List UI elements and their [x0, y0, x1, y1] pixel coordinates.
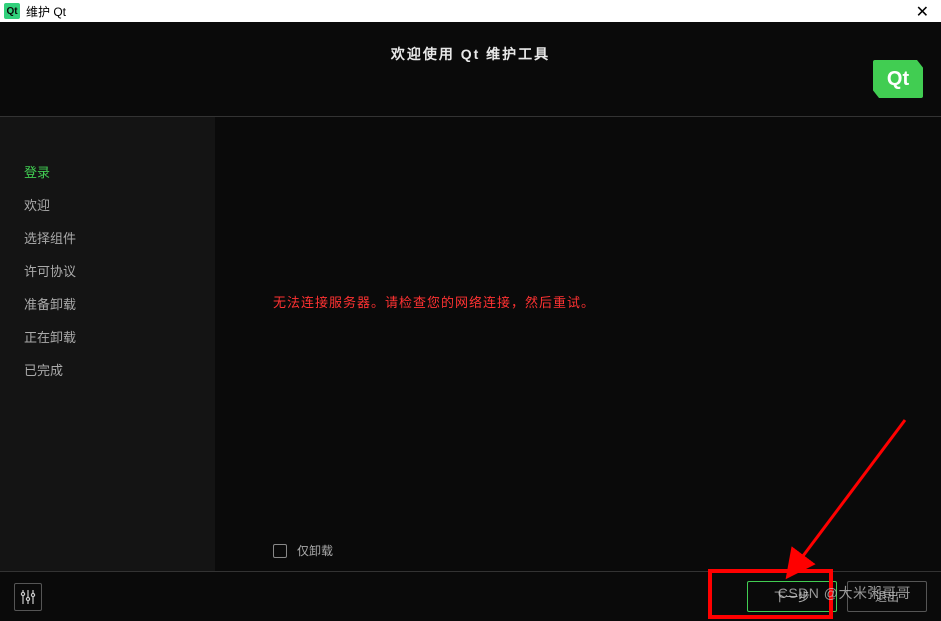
app-body: 欢迎使用 Qt 维护工具 Qt 登录 欢迎 选择组件 许可协议 准备卸载 正在卸…	[0, 22, 941, 621]
sidebar-item-uninstalling[interactable]: 正在卸载	[0, 320, 215, 353]
sidebar-item-prepare-uninstall[interactable]: 准备卸载	[0, 287, 215, 320]
sidebar-item-done[interactable]: 已完成	[0, 353, 215, 386]
uninstall-only-label: 仅卸载	[297, 542, 333, 559]
body-row: 登录 欢迎 选择组件 许可协议 准备卸载 正在卸载 已完成 无法连接服务器。请检…	[0, 117, 941, 571]
footer: 下一步 退出	[0, 571, 941, 621]
app-icon: Qt	[4, 3, 20, 19]
qt-logo-icon: Qt	[873, 60, 923, 98]
footer-buttons: 下一步 退出	[747, 581, 927, 612]
error-message: 无法连接服务器。请检查您的网络连接，然后重试。	[273, 292, 595, 311]
window-titlebar: Qt 维护 Qt ✕	[0, 0, 941, 22]
quit-button[interactable]: 退出	[847, 581, 927, 612]
sidebar-item-license[interactable]: 许可协议	[0, 254, 215, 287]
close-icon[interactable]: ✕	[916, 2, 929, 22]
content-area: 无法连接服务器。请检查您的网络连接，然后重试。	[215, 117, 941, 542]
sidebar: 登录 欢迎 选择组件 许可协议 准备卸载 正在卸载 已完成	[0, 117, 215, 571]
next-button[interactable]: 下一步	[747, 581, 837, 612]
sliders-icon	[20, 589, 36, 605]
main-panel: 无法连接服务器。请检查您的网络连接，然后重试。 仅卸载	[215, 117, 941, 571]
settings-button[interactable]	[14, 583, 42, 611]
uninstall-only-checkbox[interactable]	[273, 544, 287, 558]
sidebar-item-welcome[interactable]: 欢迎	[0, 188, 215, 221]
sidebar-item-login[interactable]: 登录	[0, 155, 215, 188]
header: 欢迎使用 Qt 维护工具 Qt	[0, 22, 941, 117]
page-title: 欢迎使用 Qt 维护工具	[391, 44, 550, 64]
sidebar-item-select-components[interactable]: 选择组件	[0, 221, 215, 254]
uninstall-only-row: 仅卸载	[215, 542, 941, 571]
window-title: 维护 Qt	[26, 3, 66, 20]
